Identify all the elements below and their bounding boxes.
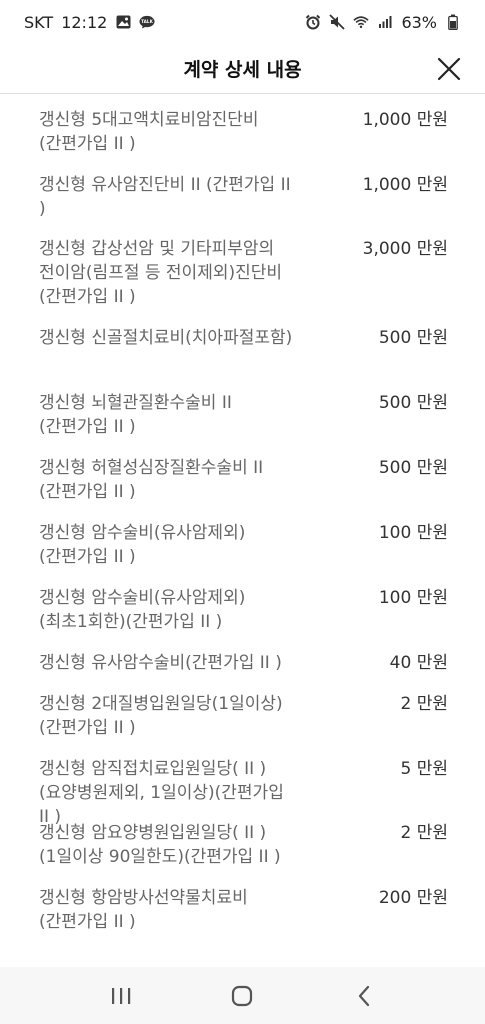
coverage-name: 갱신형 암수술비(유사암제외)(최초1회한)(간편가입 II ) xyxy=(39,588,246,632)
back-icon xyxy=(359,985,370,1006)
close-button[interactable] xyxy=(435,55,463,83)
alarm-icon xyxy=(305,14,321,30)
home-icon xyxy=(232,985,253,1006)
image-icon xyxy=(115,14,131,30)
coverage-name: 갱신형 항암방사선약물치료비(간편가입 II ) xyxy=(39,888,248,932)
coverage-amount: 5 만원 xyxy=(400,759,449,779)
home-button[interactable] xyxy=(212,976,272,1016)
navigation-bar xyxy=(0,967,485,1024)
recent-apps-button[interactable] xyxy=(91,976,151,1016)
close-icon xyxy=(437,57,461,81)
coverage-name: 갱신형 5대고액치료비암진단비(간편가입 II ) xyxy=(39,110,259,154)
coverage-amount: 500 만원 xyxy=(378,393,448,413)
coverage-amount: 2 만원 xyxy=(400,694,449,714)
coverage-name: 갱신형 갑상선암 및 기타피부암의 전이암(림프절 등 전이제외)진단비 (간편… xyxy=(39,239,283,307)
coverage-name: 갱신형 2대질병입원일당(1일이상) (간편가입 II ) xyxy=(39,694,283,738)
coverage-amount: 500 만원 xyxy=(378,328,448,348)
coverage-name: 갱신형 유사암수술비(간편가입 II ) xyxy=(39,653,282,673)
coverage-amount: 2 만원 xyxy=(400,823,449,843)
mute-icon xyxy=(329,14,346,30)
battery-icon xyxy=(445,14,461,30)
coverage-name: 갱신형 암요양병원입원일당( II )(1일이상 90일한도)(간편가입 II … xyxy=(39,823,281,867)
coverage-amount: 100 만원 xyxy=(378,588,448,608)
coverage-name: 갱신형 암수술비(유사암제외)(간편가입 II ) xyxy=(39,523,246,567)
wifi-icon xyxy=(353,14,370,30)
coverage-amount: 1,000 만원 xyxy=(362,110,448,130)
coverage-name: 갱신형 신골절치료비(치아파절포함) xyxy=(39,328,293,348)
coverage-list[interactable]: 갱신형 5대고액치료비암진단비(간편가입 II ) 1,000 만원 갱신형 유… xyxy=(0,95,485,967)
recent-apps-icon xyxy=(111,987,131,1004)
coverage-amount: 500 만원 xyxy=(378,458,448,478)
coverage-amount: 200 만원 xyxy=(378,888,448,908)
coverage-amount: 1,000 만원 xyxy=(362,175,448,195)
talk-icon: TALK xyxy=(139,14,155,30)
status-bar: SKT 12:12 TALK 63% xyxy=(0,0,485,44)
battery-percent: 63% xyxy=(401,12,437,32)
coverage-name: 갱신형 암직접치료입원일당( II )(요양병원제외, 1일이상)(간편가입 I… xyxy=(39,759,284,827)
signal-icon xyxy=(377,14,393,30)
coverage-name: 갱신형 뇌혈관질환수술비 II (간편가입 II ) xyxy=(39,393,232,437)
header: 계약 상세 내용 xyxy=(0,44,485,94)
svg-text:TALK: TALK xyxy=(141,19,154,24)
time-label: 12:12 xyxy=(61,12,108,32)
coverage-amount: 3,000 만원 xyxy=(362,239,448,259)
status-right: 63% xyxy=(305,13,461,32)
back-button[interactable] xyxy=(334,976,394,1016)
status-left: SKT 12:12 TALK xyxy=(24,13,155,32)
coverage-amount: 40 만원 xyxy=(389,653,448,673)
coverage-name: 갱신형 허혈성심장질환수술비 II (간편가입 II ) xyxy=(39,458,264,502)
coverage-amount: 100 만원 xyxy=(378,523,448,543)
page-title: 계약 상세 내용 xyxy=(183,59,302,81)
carrier-label: SKT xyxy=(24,12,54,32)
coverage-name: 갱신형 유사암진단비 II (간편가입 II ) xyxy=(39,175,291,219)
